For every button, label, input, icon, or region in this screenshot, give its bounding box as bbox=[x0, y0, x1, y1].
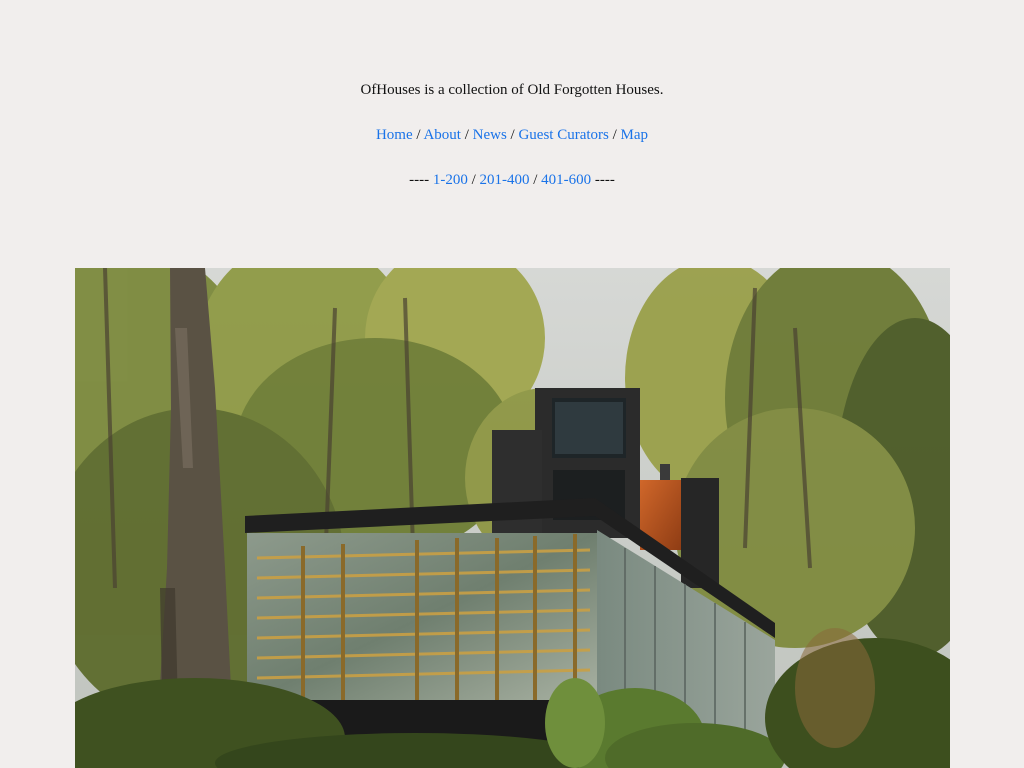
range-prefix: ---- bbox=[409, 172, 433, 188]
nav-link-map[interactable]: Map bbox=[621, 127, 649, 143]
range-link-201-400[interactable]: 201-400 bbox=[480, 172, 530, 188]
nav-link-guest-curators[interactable]: Guest Curators bbox=[518, 127, 608, 143]
nav-separator: / bbox=[612, 127, 621, 143]
range-link-401-600[interactable]: 401-600 bbox=[541, 172, 591, 188]
range-separator: / bbox=[533, 172, 542, 188]
site-tagline: OfHouses is a collection of Old Forgotte… bbox=[360, 82, 664, 98]
range-nav: ---- 1-200 / 201-400 / 401-600 ---- bbox=[0, 172, 1024, 189]
main-nav: Home / About / News / Guest Curators / M… bbox=[0, 127, 1024, 144]
nav-separator: / bbox=[464, 127, 473, 143]
range-link-1-200[interactable]: 1-200 bbox=[433, 172, 468, 188]
nav-link-home[interactable]: Home bbox=[376, 127, 413, 143]
nav-link-about[interactable]: About bbox=[423, 127, 461, 143]
nav-link-news[interactable]: News bbox=[473, 127, 507, 143]
range-separator: / bbox=[471, 172, 480, 188]
range-suffix: ---- bbox=[594, 172, 615, 188]
house-photo[interactable] bbox=[75, 268, 950, 768]
